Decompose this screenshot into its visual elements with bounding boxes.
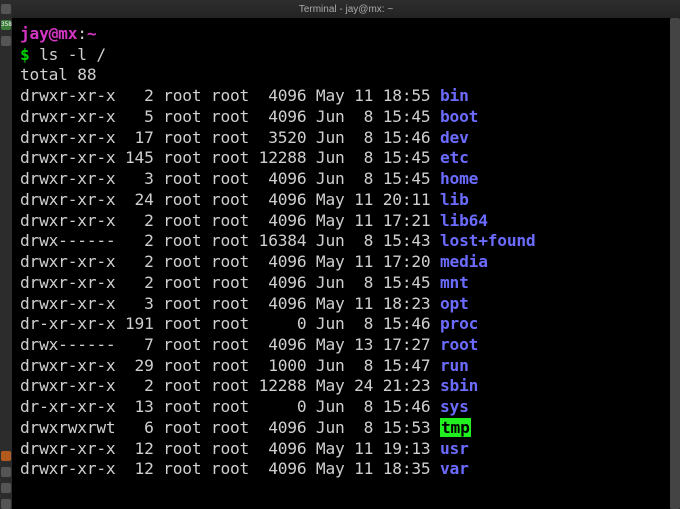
ls-row: drwxrwxrwt 6 root root 4096 Jun 8 15:53 … [20,418,662,439]
window-titlebar[interactable]: Terminal - jay@mx: ~ [12,0,680,18]
terminal-output[interactable]: jay@mx:~$ ls -l /total 88drwxr-xr-x 2 ro… [12,18,670,509]
ls-filename: lib [440,190,469,209]
scrollbar[interactable] [670,18,680,509]
ls-meta: drwxr-xr-x 29 root root 1000 Jun 8 15:47 [20,356,440,375]
prompt-cwd: ~ [87,24,97,43]
ls-meta: drwxr-xr-x 2 root root 4096 May 11 18:55 [20,86,440,105]
ls-meta: drwxr-xr-x 12 root root 4096 May 11 19:1… [20,439,440,458]
ls-meta: drwxr-xr-x 2 root root 12288 May 24 21:2… [20,376,440,395]
prompt-symbol: $ [20,45,39,64]
taskbar-menu-icon[interactable] [1,4,11,14]
ls-filename: run [440,356,469,375]
ls-meta: dr-xr-xr-x 13 root root 0 Jun 8 15:46 [20,397,440,416]
ls-row: drwxr-xr-x 17 root root 3520 Jun 8 15:46… [20,128,662,149]
ls-row: drwx------ 7 root root 4096 May 13 17:27… [20,335,662,356]
taskbar-workspace-badge[interactable]: 358 [1,20,11,30]
taskbar: 358 [0,0,12,509]
taskbar-tray-icon[interactable] [1,483,11,493]
ls-meta: drwxr-xr-x 145 root root 12288 Jun 8 15:… [20,148,440,167]
ls-filename: sys [440,397,469,416]
ls-row: drwxr-xr-x 2 root root 4096 May 11 17:20… [20,252,662,273]
ls-row: drwxr-xr-x 2 root root 12288 May 24 21:2… [20,376,662,397]
ls-row: drwxr-xr-x 3 root root 4096 Jun 8 15:45 … [20,169,662,190]
ls-row: drwxr-xr-x 2 root root 4096 May 11 17:21… [20,211,662,232]
ls-meta: drwxr-xr-x 2 root root 4096 May 11 17:21 [20,211,440,230]
taskbar-tray-icon[interactable] [1,467,11,477]
firefox-icon[interactable] [1,451,11,461]
command-text: ls -l / [39,45,106,64]
ls-filename: etc [440,148,469,167]
ls-meta: drwxr-xr-x 12 root root 4096 May 11 18:3… [20,459,440,478]
ls-filename: lost+found [440,231,535,250]
ls-filename: mnt [440,273,469,292]
terminal-window: Terminal - jay@mx: ~ jay@mx:~$ ls -l /to… [12,0,680,509]
ls-filename: home [440,169,478,188]
ls-meta: drwxr-xr-x 24 root root 4096 May 11 20:1… [20,190,440,209]
prompt-user: jay [20,24,49,43]
ls-row: drwxr-xr-x 5 root root 4096 Jun 8 15:45 … [20,107,662,128]
ls-meta: drwxr-xr-x 5 root root 4096 Jun 8 15:45 [20,107,440,126]
ls-row: drwxr-xr-x 29 root root 1000 Jun 8 15:47… [20,356,662,377]
prompt-line: jay@mx:~ [20,24,662,45]
ls-filename: var [440,459,469,478]
ls-filename: sbin [440,376,478,395]
ls-filename: proc [440,314,478,333]
command-line: $ ls -l / [20,45,662,66]
ls-row: drwx------ 2 root root 16384 Jun 8 15:43… [20,231,662,252]
ls-meta: drwxr-xr-x 2 root root 4096 Jun 8 15:45 [20,273,440,292]
ls-meta: drwxr-xr-x 17 root root 3520 Jun 8 15:46 [20,128,440,147]
ls-filename: media [440,252,488,271]
ls-filename: lib64 [440,211,488,230]
ls-row: dr-xr-xr-x 191 root root 0 Jun 8 15:46 p… [20,314,662,335]
ls-filename: tmp [440,418,471,437]
ls-row: dr-xr-xr-x 13 root root 0 Jun 8 15:46 sy… [20,397,662,418]
ls-filename: bin [440,86,469,105]
ls-meta: dr-xr-xr-x 191 root root 0 Jun 8 15:46 [20,314,440,333]
ls-filename: usr [440,439,469,458]
ls-meta: drwxr-xr-x 2 root root 4096 May 11 17:20 [20,252,440,271]
total-line: total 88 [20,65,662,86]
ls-meta: drwx------ 2 root root 16384 Jun 8 15:43 [20,231,440,250]
ls-filename: dev [440,128,469,147]
ls-row: drwxr-xr-x 12 root root 4096 May 11 19:1… [20,439,662,460]
taskbar-tray-icon[interactable] [1,499,11,509]
prompt-host: @mx [49,24,78,43]
ls-row: drwxr-xr-x 145 root root 12288 Jun 8 15:… [20,148,662,169]
ls-filename: root [440,335,478,354]
desktop: 358 Terminal - jay@mx: ~ jay@mx:~$ ls -l… [0,0,680,509]
ls-filename: opt [440,294,469,313]
ls-row: drwxr-xr-x 2 root root 4096 Jun 8 15:45 … [20,273,662,294]
ls-row: drwxr-xr-x 12 root root 4096 May 11 18:3… [20,459,662,480]
ls-row: drwxr-xr-x 24 root root 4096 May 11 20:1… [20,190,662,211]
window-title: Terminal - jay@mx: ~ [299,4,393,15]
ls-meta: drwxrwxrwt 6 root root 4096 Jun 8 15:53 [20,418,440,437]
ls-meta: drwx------ 7 root root 4096 May 13 17:27 [20,335,440,354]
ls-row: drwxr-xr-x 3 root root 4096 May 11 18:23… [20,294,662,315]
ls-meta: drwxr-xr-x 3 root root 4096 May 11 18:23 [20,294,440,313]
ls-row: drwxr-xr-x 2 root root 4096 May 11 18:55… [20,86,662,107]
ls-meta: drwxr-xr-x 3 root root 4096 Jun 8 15:45 [20,169,440,188]
ls-filename: boot [440,107,478,126]
prompt-sep: : [77,24,87,43]
taskbar-app-icon[interactable] [1,36,11,46]
scrollbar-thumb[interactable] [670,18,680,509]
